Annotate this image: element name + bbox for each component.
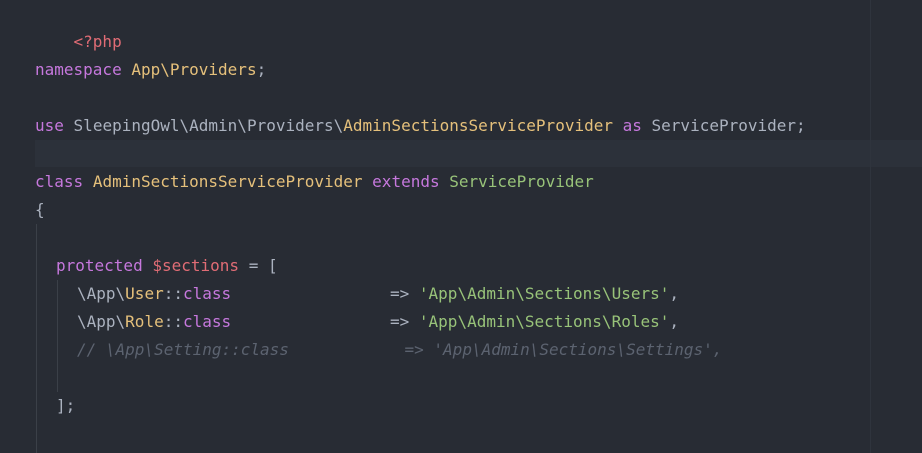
arrow-operator: =>	[390, 284, 410, 303]
sections-variable: $sections	[152, 256, 240, 275]
scope-operator: ::	[163, 312, 183, 331]
comma: ,	[669, 284, 679, 303]
current-line-highlight	[35, 140, 922, 167]
user-class: User	[125, 284, 164, 303]
code-line-brace-open: {	[35, 196, 45, 224]
alias-name: ServiceProvider	[651, 116, 797, 135]
as-keyword: as	[622, 116, 642, 135]
use-class: AdminSectionsServiceProvider	[343, 116, 613, 135]
protected-keyword: protected	[56, 256, 143, 275]
scope-operator: ::	[163, 284, 183, 303]
code-line-php-open: <?php	[35, 0, 122, 51]
extends-keyword: extends	[372, 172, 440, 191]
parent-class: ServiceProvider	[449, 172, 594, 191]
class-keyword: class	[35, 172, 84, 191]
role-namespace: \App\	[77, 312, 126, 331]
semicolon: ;	[796, 116, 806, 135]
code-line-array-close: ];	[56, 392, 75, 420]
code-line-comment: // \App\Setting::class => 'App\Admin\Sec…	[77, 336, 722, 364]
role-class: Role	[125, 312, 164, 331]
user-namespace: \App\	[77, 284, 126, 303]
class-constant: class	[182, 284, 232, 303]
indent-guide-outer	[36, 224, 37, 453]
code-line-user-value: => 'App\Admin\Sections\Users',	[390, 280, 679, 308]
semicolon: ;	[256, 60, 267, 79]
code-line-role: \App\Role::class	[77, 308, 231, 336]
use-path: SleepingOwl\Admin\Providers\	[73, 116, 344, 135]
code-line-namespace: namespace App\Providers;	[35, 56, 266, 84]
code-line-role-value: => 'App\Admin\Sections\Roles',	[390, 308, 679, 336]
users-section-string: 'App\Admin\Sections\Users'	[418, 284, 670, 303]
roles-section-string: 'App\Admin\Sections\Roles'	[418, 312, 670, 331]
code-line-use: use SleepingOwl\Admin\Providers\AdminSec…	[35, 112, 806, 140]
brace-open: {	[35, 200, 45, 219]
code-line-user: \App\User::class	[77, 280, 231, 308]
namespace-name: App\Providers	[131, 60, 257, 79]
use-keyword: use	[35, 116, 64, 135]
class-constant: class	[182, 312, 232, 331]
indent-guide-inner	[57, 280, 58, 392]
settings-comment: // \App\Setting::class => 'App\Admin\Sec…	[77, 340, 723, 359]
arrow-operator: =>	[390, 312, 410, 331]
class-name: AdminSectionsServiceProvider	[92, 172, 363, 191]
assign-bracket: = [	[248, 256, 278, 275]
comma: ,	[669, 312, 679, 331]
php-open-tag: <?php	[73, 32, 122, 51]
wrap-guide	[870, 0, 871, 453]
code-line-property: protected $sections = [	[56, 252, 278, 280]
namespace-keyword: namespace	[35, 60, 122, 79]
array-close: ];	[56, 396, 76, 415]
code-line-class: class AdminSectionsServiceProvider exten…	[35, 168, 594, 196]
code-editor[interactable]: <?php namespace App\Providers; use Sleep…	[0, 0, 922, 453]
